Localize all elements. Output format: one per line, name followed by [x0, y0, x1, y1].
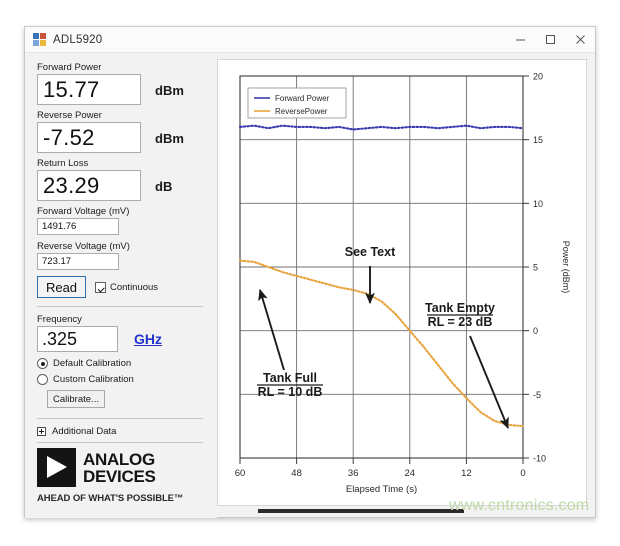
continuous-label: Continuous [110, 281, 159, 293]
divider [37, 442, 203, 443]
y-tick-label: 0 [533, 326, 538, 336]
frequency-input[interactable]: .325 [37, 326, 118, 352]
forward-power-row: 15.77 dBm [37, 74, 217, 105]
y-tick-label: 15 [533, 135, 543, 145]
checkbox-icon[interactable] [95, 281, 106, 293]
maximize-icon[interactable] [535, 27, 565, 53]
y-axis-label: Power (dBm) [561, 241, 571, 294]
reverse-power-row: -7.52 dBm [37, 122, 217, 153]
logo-tagline: AHEAD OF WHAT'S POSSIBLE™ [37, 493, 184, 504]
annotation-line: Tank Empty [425, 301, 495, 315]
return-loss-label: Return Loss [37, 158, 89, 169]
app-icon [33, 33, 46, 46]
reverse-voltage-label: Reverse Voltage (mV) [37, 241, 130, 252]
read-button[interactable]: Read [37, 276, 86, 298]
forward-power-value: 15.77 [37, 74, 141, 105]
x-tick-label: 48 [291, 468, 302, 479]
y-tick-label: -5 [533, 390, 541, 400]
custom-calibration-label: Custom Calibration [53, 374, 134, 385]
bottom-accent-bar [258, 509, 464, 513]
y-tick-label: 10 [533, 199, 543, 209]
legend-label: Forward Power [275, 94, 330, 103]
reverse-power-label: Reverse Power [37, 110, 102, 121]
continuous-checkbox[interactable]: Continuous [95, 281, 159, 293]
ghz-unit-link[interactable]: GHz [134, 331, 162, 347]
forward-voltage-value: 1491.76 [37, 218, 119, 235]
return-loss-row: 23.29 dB [37, 170, 217, 201]
y-tick-label: 5 [533, 263, 538, 273]
title-bar: ADL5920 [25, 27, 595, 53]
additional-data-expander[interactable]: Additional Data [37, 426, 217, 437]
annotation-see-text: See Text [345, 245, 396, 305]
minimize-icon[interactable] [505, 27, 535, 53]
annotation-line: RL = 23 dB [428, 315, 493, 329]
x-axis-label: Elapsed Time (s) [346, 484, 417, 495]
forward-power-label: Forward Power [37, 62, 102, 73]
custom-calibration-radio[interactable]: Custom Calibration [37, 374, 217, 385]
logo-wordmark: ANALOG DEVICES [83, 451, 156, 485]
return-loss-unit: dB [155, 179, 173, 194]
return-loss-value: 23.29 [37, 170, 141, 201]
x-tick-label: 24 [405, 468, 416, 479]
x-tick-label: 36 [348, 468, 359, 479]
power-vs-time-chart: 20 15 10 5 0 -5 -10 60 48 36 24 12 0 Elapsed Time (s)… [235, 72, 571, 496]
analog-devices-logo: ANALOG DEVICES AHEAD OF WHAT'S POSSIBLE™ [37, 448, 217, 504]
application-window: ADL5920 Forward Power 15.77 dBm Reverse … [24, 26, 596, 518]
series-forward-power [238, 124, 525, 131]
forward-voltage-label: Forward Voltage (mV) [37, 206, 130, 217]
control-panel: Forward Power 15.77 dBm Reverse Power -7… [25, 53, 217, 518]
y-tick-label: 20 [533, 72, 543, 82]
reverse-voltage-value: 723.17 [37, 253, 119, 270]
additional-data-label: Additional Data [52, 426, 117, 437]
x-tick-label: 12 [461, 468, 472, 479]
annotation-line: RL = 10 dB [258, 385, 323, 399]
reverse-power-value: -7.52 [37, 122, 141, 153]
watermark: www.cntronics.com [449, 497, 590, 514]
logo-top: ANALOG DEVICES [37, 448, 217, 487]
frequency-row: .325 GHz [37, 326, 217, 352]
legend-label: ReversePower [275, 107, 328, 116]
default-calibration-label: Default Calibration [53, 358, 132, 369]
annotation-line: See Text [345, 245, 396, 259]
radio-icon[interactable] [37, 358, 48, 369]
series-reversepower [238, 259, 525, 428]
reverse-power-unit: dBm [155, 131, 184, 146]
annotation-tank-full: Tank FullRL = 10 dB [257, 288, 323, 399]
window-controls [505, 27, 595, 53]
read-row: Read Continuous [37, 276, 217, 298]
divider [37, 306, 203, 307]
x-tick-label: 0 [520, 468, 525, 479]
annotation-arrow [469, 335, 509, 430]
forward-power-unit: dBm [155, 83, 184, 98]
annotation-arrow [258, 288, 285, 371]
logo-line-1: ANALOG [83, 449, 155, 469]
x-tick-label: 60 [235, 468, 246, 479]
annotation-line: Tank Full [263, 371, 317, 385]
window-body: Forward Power 15.77 dBm Reverse Power -7… [25, 53, 595, 518]
radio-icon[interactable] [37, 374, 48, 385]
chart-panel: 20 15 10 5 0 -5 -10 60 48 36 24 12 0 Elapsed Time (s)… [217, 59, 587, 506]
divider [37, 418, 203, 419]
plus-box-icon[interactable] [37, 427, 46, 436]
analog-devices-triangle-icon [37, 448, 76, 487]
calibrate-button[interactable]: Calibrate... [47, 390, 105, 408]
logo-line-2: DEVICES [83, 466, 156, 486]
close-icon[interactable] [565, 27, 595, 53]
default-calibration-radio[interactable]: Default Calibration [37, 358, 217, 369]
frequency-label: Frequency [37, 314, 82, 325]
y-tick-label: -10 [533, 454, 546, 464]
window-title: ADL5920 [53, 33, 103, 46]
